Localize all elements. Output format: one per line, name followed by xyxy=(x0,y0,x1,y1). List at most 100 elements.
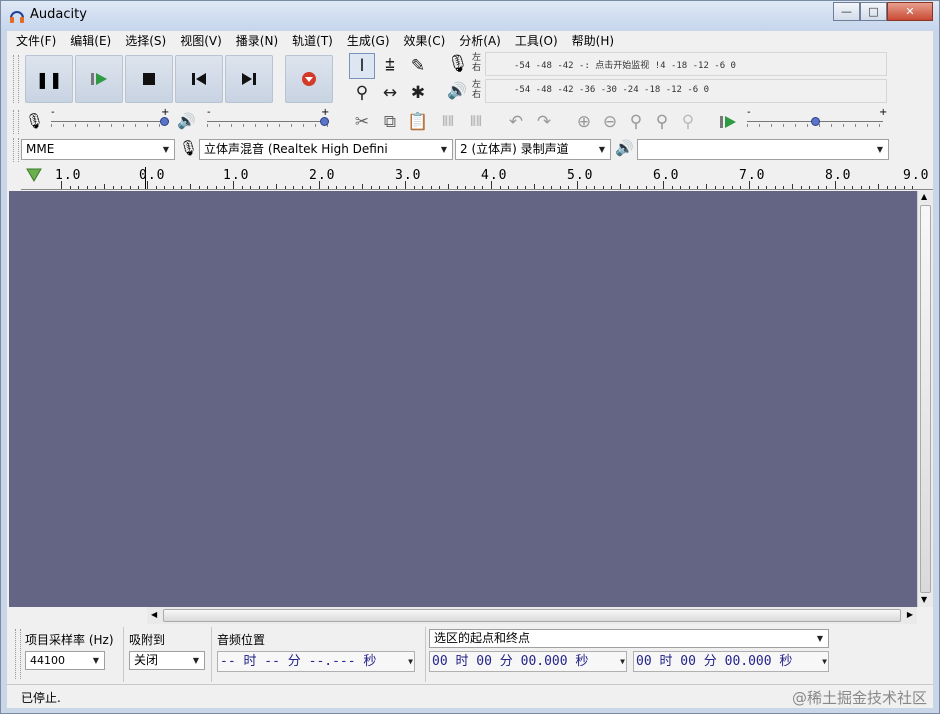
zoom-in-button[interactable]: ⊕ xyxy=(571,109,597,135)
zoom-out-button[interactable]: ⊖ xyxy=(597,109,623,135)
trim-button[interactable]: ⫴⫴ xyxy=(435,109,461,135)
timeline-ruler[interactable]: 1.0 0.0 1.0 2.0 3.0 4.0 5.0 6.0 7.0 8.0 … xyxy=(21,163,933,190)
project-rate-select[interactable]: 44100 ▼ xyxy=(25,651,105,670)
audio-host-select[interactable]: MME ▼ xyxy=(21,139,175,160)
ruler-label: 7.0 xyxy=(739,168,766,183)
vertical-scrollbar[interactable]: ▲ ▼ xyxy=(917,191,933,607)
close-button[interactable]: ✕ xyxy=(887,2,933,21)
multi-tool[interactable]: ✱ xyxy=(405,80,431,106)
ruler-label: 5.0 xyxy=(567,168,594,183)
draw-tool[interactable]: ✎ xyxy=(405,53,431,79)
title-bar: Audacity — □ ✕ xyxy=(1,1,939,30)
timeshift-tool[interactable]: ↔ xyxy=(377,80,403,106)
play-at-speed-button[interactable] xyxy=(715,109,741,135)
ruler-tick xyxy=(628,186,630,189)
ruler-tick xyxy=(903,186,905,189)
menu-analyze[interactable]: 分析(A) xyxy=(452,31,508,51)
selection-end-time[interactable]: 00 时 00 分 00.000 秒 ▼ xyxy=(633,651,829,672)
selection-start-time[interactable]: 00 时 00 分 00.000 秒 ▼ xyxy=(429,651,627,672)
ruler-tick xyxy=(258,186,260,189)
menu-transport[interactable]: 播录(N) xyxy=(229,31,285,51)
undo-icon: ↶ xyxy=(508,112,524,132)
menu-select[interactable]: 选择(S) xyxy=(118,31,173,51)
scroll-left-icon[interactable]: ◀ xyxy=(151,610,157,619)
playback-volume-slider[interactable] xyxy=(207,114,329,128)
recording-device-select[interactable]: 立体声混音 (Realtek High Defini ▼ xyxy=(199,139,453,160)
menu-file[interactable]: 文件(F) xyxy=(9,31,63,51)
record-meter[interactable]: -54 -48 -42 -: 点击开始监视 !4 -18 -12 -6 0 xyxy=(485,52,887,76)
menu-help[interactable]: 帮助(H) xyxy=(565,31,621,51)
vertical-scroll-thumb[interactable] xyxy=(920,205,931,593)
playback-device-select[interactable]: ▼ xyxy=(637,139,889,160)
ruler-tick xyxy=(344,186,346,189)
record-volume-slider[interactable] xyxy=(51,114,169,128)
ruler-tick xyxy=(534,184,535,189)
audio-position-label: 音频位置 xyxy=(217,633,266,647)
toolbar-grip[interactable] xyxy=(15,629,21,679)
menu-generate[interactable]: 生成(G) xyxy=(340,31,397,51)
recording-device-value: 立体声混音 (Realtek High Defini xyxy=(204,142,388,156)
envelope-icon: ⩲ xyxy=(385,56,395,76)
audacity-logo-icon xyxy=(10,11,24,23)
record-meter-scale: -54 -48 -42 -: 点击开始监视 !4 -18 -12 -6 0 xyxy=(514,61,736,71)
track-panel[interactable] xyxy=(9,191,917,607)
redo-button[interactable]: ↷ xyxy=(531,109,557,135)
ruler-tick xyxy=(112,186,114,189)
horizontal-scrollbar[interactable]: ◀ ▶ xyxy=(147,607,917,624)
ruler-tick xyxy=(602,186,604,189)
pause-button[interactable]: ❚❚ xyxy=(25,55,73,103)
playback-meter-scale: -54 -48 -42 -36 -30 -24 -18 -12 -6 0 xyxy=(514,85,710,95)
minimize-button[interactable]: — xyxy=(833,2,860,21)
ruler-tick xyxy=(250,186,252,189)
play-button[interactable] xyxy=(75,55,123,103)
undo-button[interactable]: ↶ xyxy=(503,109,529,135)
menu-view[interactable]: 视图(V) xyxy=(173,31,229,51)
toolbar-grip[interactable] xyxy=(13,138,19,162)
ruler-tick xyxy=(663,181,664,189)
menu-tools[interactable]: 工具(O) xyxy=(508,31,565,51)
play-head-triangle-icon[interactable] xyxy=(26,168,42,182)
slider-knob[interactable] xyxy=(160,117,169,126)
scroll-up-icon[interactable]: ▲ xyxy=(921,192,927,201)
slider-knob[interactable] xyxy=(320,117,329,126)
ruler-tick xyxy=(276,184,277,189)
selection-tool[interactable]: I xyxy=(349,53,375,79)
trim-audio-icon: ⫴⫴ xyxy=(442,114,454,130)
ruler-tick xyxy=(86,186,88,189)
menu-tracks[interactable]: 轨道(T) xyxy=(285,31,340,51)
slider-knob[interactable] xyxy=(811,117,820,126)
envelope-tool[interactable]: ⩲ xyxy=(377,53,403,79)
zoom-toggle-button[interactable]: ⚲ xyxy=(675,109,701,135)
cut-button[interactable]: ✂ xyxy=(349,109,375,135)
selection-mode-select[interactable]: 选区的起点和终点 ▼ xyxy=(429,629,829,648)
toolbar-grip[interactable] xyxy=(13,110,19,134)
snap-to-select[interactable]: 关闭 ▼ xyxy=(129,651,205,670)
copy-button[interactable]: ⧉ xyxy=(377,109,403,135)
toolbar-grip[interactable] xyxy=(13,55,19,103)
skip-to-end-button[interactable] xyxy=(225,55,273,103)
skip-to-start-button[interactable] xyxy=(175,55,223,103)
ruler-tick xyxy=(731,186,733,189)
fit-project-button[interactable]: ⚲ xyxy=(649,109,675,135)
recording-channels-select[interactable]: 2 (立体声) 录制声道 ▼ xyxy=(455,139,611,160)
mixer-toolbar: 🎙 - + 🔊 - + xyxy=(11,107,343,136)
audio-position-time[interactable]: -- 时 -- 分 --.--- 秒 ▼ xyxy=(217,651,415,672)
stop-button[interactable] xyxy=(125,55,173,103)
paste-button[interactable]: 📋 xyxy=(405,109,431,135)
ruler-tick xyxy=(620,184,621,189)
maximize-button[interactable]: □ xyxy=(860,2,887,21)
play-speed-slider[interactable] xyxy=(747,114,883,128)
menu-edit[interactable]: 编辑(E) xyxy=(63,31,118,51)
chevron-down-icon: ▼ xyxy=(92,656,100,665)
ruler-tick xyxy=(473,186,475,189)
playback-meter[interactable]: -54 -48 -42 -36 -30 -24 -18 -12 -6 0 xyxy=(485,79,887,103)
zoom-tool[interactable]: ⚲ xyxy=(349,80,375,106)
ruler-tick xyxy=(860,186,862,189)
horizontal-scroll-thumb[interactable] xyxy=(163,609,901,622)
scroll-down-icon[interactable]: ▼ xyxy=(921,595,927,604)
record-button[interactable] xyxy=(285,55,333,103)
scroll-right-icon[interactable]: ▶ xyxy=(907,610,913,619)
fit-selection-button[interactable]: ⚲ xyxy=(623,109,649,135)
silence-button[interactable]: ⫴⫴ xyxy=(463,109,489,135)
menu-effect[interactable]: 效果(C) xyxy=(397,31,453,51)
